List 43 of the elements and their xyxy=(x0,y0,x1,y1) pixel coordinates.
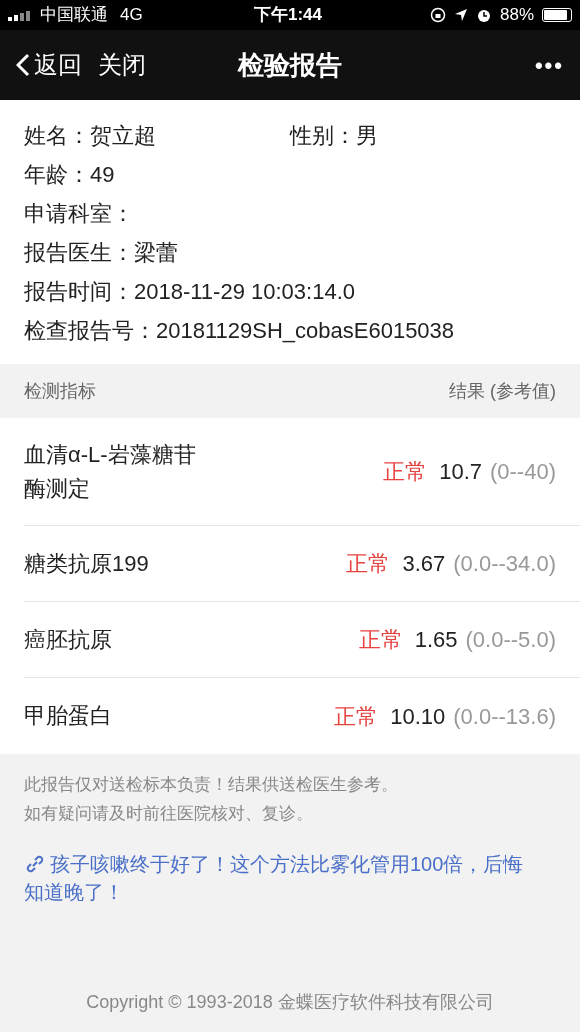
reference-range: (0.0--34.0) xyxy=(453,550,556,578)
result-status: 正常 xyxy=(383,458,428,486)
rotation-lock-icon xyxy=(429,7,446,23)
info-field: 性别：男 xyxy=(290,119,378,152)
back-button[interactable]: 返回 xyxy=(16,47,82,83)
page-title: 检验报告 xyxy=(238,48,342,82)
column-header: 检测指标 xyxy=(24,379,96,403)
test-name: 血清α-L-岩藻糖苷酶测定 xyxy=(24,440,197,503)
clock-time: 下午1:44 xyxy=(254,4,323,27)
info-field: 报告医生：梁蕾 xyxy=(24,236,178,269)
result-status: 正常 xyxy=(346,550,391,578)
info-field: 检查报告号：20181129SH_cobasE6015038 xyxy=(24,314,455,347)
copyright-text: Copyright © 1993-2018 金蝶医疗软件科技有限公司 xyxy=(86,992,494,1012)
test-name: 甲胎蛋白 xyxy=(24,702,112,730)
alarm-icon xyxy=(475,7,492,23)
reference-range: (0.0--13.6) xyxy=(453,702,556,731)
back-chevron-icon xyxy=(16,53,30,77)
battery-icon xyxy=(542,8,572,22)
link-icon xyxy=(24,853,46,875)
info-field: 申请科室： xyxy=(24,197,134,230)
info-field: 年龄：49 xyxy=(24,158,115,191)
close-button[interactable]: 关闭 xyxy=(98,47,146,83)
location-icon xyxy=(453,8,468,22)
info-field: 姓名：贺立超 xyxy=(24,123,156,148)
result-status: 正常 xyxy=(358,626,403,654)
result-value: 3.67 xyxy=(402,550,446,578)
result-value: 10.7 xyxy=(439,458,482,486)
info-field: 报告时间：2018-11-29 10:03:14.0 xyxy=(24,275,355,308)
more-button[interactable]: ••• xyxy=(534,48,564,82)
battery-percent: 88% xyxy=(499,4,534,27)
result-status: 正常 xyxy=(334,702,379,731)
result-value: 1.65 xyxy=(414,626,458,654)
network-type: 4G xyxy=(120,4,143,27)
column-header: 结果 (参考值) xyxy=(449,379,556,403)
reference-range: (0--40) xyxy=(490,458,556,486)
result-value: 10.10 xyxy=(390,702,446,731)
carrier-name: 中国联通 xyxy=(40,4,108,27)
article-link[interactable]: 孩子咳嗽终于好了！这个方法比雾化管用100倍，后悔知道晚了！ xyxy=(24,850,534,906)
test-name: 糖类抗原199 xyxy=(24,549,149,578)
note-text: 如有疑问请及时前往医院核对、复诊。 xyxy=(24,803,314,825)
reference-range: (0.0--5.0) xyxy=(465,626,556,654)
note-text: 此报告仅对送检标本负责！结果供送检医生参考。 xyxy=(24,774,399,796)
test-name: 癌胚抗原 xyxy=(24,625,112,654)
